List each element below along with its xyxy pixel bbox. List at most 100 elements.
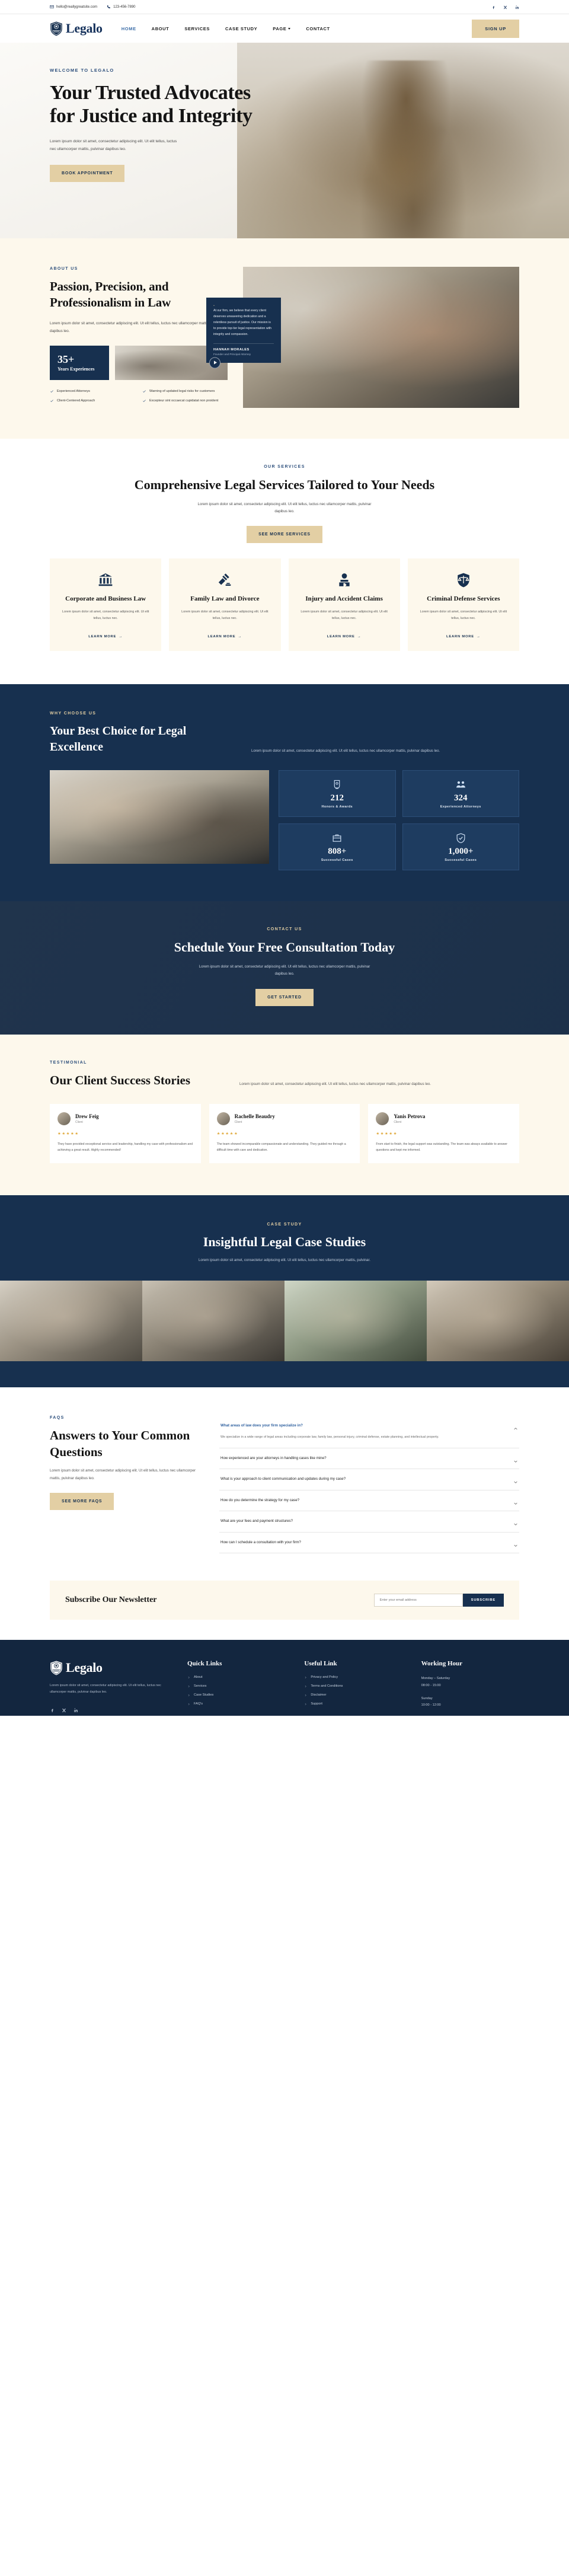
faq-item[interactable]: What are your fees and payment structure… — [219, 1511, 519, 1533]
newsletter-email-input[interactable] — [373, 1594, 463, 1607]
case-study-image[interactable] — [427, 1281, 569, 1362]
why-label: WHY CHOOSE US — [50, 711, 97, 716]
service-title: Criminal Defense Services — [427, 595, 500, 603]
chevron-right-icon — [188, 1685, 190, 1687]
topbar-email[interactable]: hello@reallygreatsite.com — [50, 5, 97, 9]
chevron-down-icon[interactable] — [513, 1498, 518, 1505]
service-card-family[interactable]: Family Law and Divorce Lorem ipsum dolor… — [169, 558, 281, 652]
chevron-down-icon[interactable] — [513, 1540, 518, 1547]
footer-useful-links: Useful Link Privacy and Policy Terms and… — [304, 1660, 402, 1716]
case-study-image[interactable] — [142, 1281, 284, 1362]
case-study-gallery — [0, 1281, 569, 1362]
linkedin-icon[interactable] — [515, 2, 519, 12]
footer-link-about[interactable]: About — [187, 1675, 285, 1679]
linkedin-icon[interactable] — [73, 1705, 78, 1716]
brand-logo[interactable]: Legalo — [50, 21, 103, 36]
nav-item-page[interactable]: PAGE — [273, 25, 291, 31]
hero-title: Your Trusted Advocates for Justice and I… — [50, 82, 252, 127]
facebook-icon[interactable] — [50, 1705, 55, 1716]
nav-item-home[interactable]: HOME — [122, 26, 136, 31]
testimonial-role: Client — [394, 1120, 402, 1124]
footer-link-faqs[interactable]: FAQ's — [187, 1702, 285, 1706]
faq-item[interactable]: How can I schedule a consultation with y… — [219, 1533, 519, 1554]
faq-question: What areas of law does your firm special… — [220, 1423, 303, 1428]
facebook-icon[interactable] — [491, 2, 496, 12]
faq-item[interactable]: How experienced are your attorneys in ha… — [219, 1448, 519, 1470]
nav-item-about-label: ABOUT — [151, 25, 170, 31]
service-title: Injury and Accident Claims — [305, 595, 383, 603]
case-study-image[interactable] — [0, 1281, 142, 1362]
footer-link-disclaimer[interactable]: Disclaimer — [304, 1693, 402, 1697]
check-icon — [50, 399, 53, 402]
service-card-injury[interactable]: Injury and Accident Claims Lorem ipsum d… — [288, 558, 400, 652]
topbar-social-group — [491, 2, 519, 12]
service-card-corporate[interactable]: Corporate and Business Law Lorem ipsum d… — [50, 558, 162, 652]
check-icon — [143, 390, 146, 392]
x-icon[interactable] — [503, 2, 507, 12]
get-started-button[interactable]: GET STARTED — [255, 988, 314, 1006]
shield-star-icon — [50, 1661, 62, 1675]
footer-useful-links-title: Useful Link — [304, 1660, 337, 1668]
cta-title: Schedule Your Free Consultation Today — [174, 940, 395, 955]
learn-more-link[interactable]: LEARN MORE → — [207, 635, 242, 639]
see-more-faqs-button[interactable]: SEE MORE FAQS — [50, 1493, 114, 1511]
chevron-up-icon[interactable] — [513, 1423, 518, 1430]
list-item: Experienced Attorneys — [50, 390, 135, 394]
arrow-right-icon: → — [476, 635, 481, 639]
nav-item-about[interactable]: ABOUT — [152, 26, 170, 31]
see-more-services-button[interactable]: SEE MORE SERVICES — [247, 526, 322, 544]
faq-item[interactable]: How do you determine the strategy for my… — [219, 1490, 519, 1512]
mail-icon — [50, 5, 54, 8]
nav-item-contact[interactable]: CONTACT — [306, 26, 330, 31]
hero-body: Lorem ipsum dolor sit amet, consectetur … — [50, 139, 177, 151]
nav-item-case-study[interactable]: CASE STUDY — [225, 26, 257, 31]
faq-question: What are your fees and payment structure… — [220, 1519, 293, 1524]
testimonial-text: From start to finish, the legal support … — [376, 1142, 507, 1153]
testimonial-title: Our Client Success Stories — [50, 1072, 191, 1087]
learn-more-label: LEARN MORE — [88, 635, 117, 639]
chevron-down-icon[interactable] — [513, 1456, 518, 1463]
service-card-criminal[interactable]: Criminal Defense Services Lorem ipsum do… — [407, 558, 519, 652]
injury-icon — [297, 572, 392, 588]
chevron-down-icon[interactable] — [513, 1519, 518, 1525]
faq-question: How can I schedule a consultation with y… — [220, 1540, 301, 1544]
chevron-right-icon — [305, 1703, 306, 1705]
faq-question: How experienced are your attorneys in ha… — [220, 1455, 327, 1460]
chevron-right-icon — [188, 1703, 190, 1705]
play-icon[interactable] — [209, 357, 220, 369]
hero-section: WELCOME TO LEGALO Your Trusted Advocates… — [0, 43, 569, 238]
footer-logo[interactable]: Legalo — [50, 1660, 168, 1675]
learn-more-link[interactable]: LEARN MORE → — [88, 635, 123, 639]
stat-number: 808+ — [328, 847, 347, 857]
chevron-down-icon[interactable] — [513, 1477, 518, 1483]
divider — [213, 343, 274, 344]
testimonial-card: Drew Feig Client ★★★★★ They have provide… — [50, 1103, 201, 1163]
nav-item-page-label: PAGE — [273, 25, 287, 31]
nav-item-services[interactable]: SERVICES — [184, 26, 210, 31]
subscribe-button[interactable]: SUBSCRIBE — [462, 1594, 504, 1607]
list-item: Warning of updated legal risks for custo… — [142, 390, 228, 394]
footer-link-terms[interactable]: Terms and Conditions — [304, 1684, 402, 1688]
x-icon[interactable] — [62, 1705, 66, 1716]
topbar-phone[interactable]: 123-456-7890 — [107, 5, 136, 9]
footer-link-services[interactable]: Services — [187, 1684, 285, 1688]
footer-link-privacy[interactable]: Privacy and Policy — [304, 1675, 402, 1679]
avatar — [376, 1112, 389, 1125]
testimonial-section: TESTIMONIAL Our Client Success Stories L… — [0, 1034, 569, 1195]
why-title: Your Best Choice for Legal Excellence — [50, 724, 187, 754]
faq-item[interactable]: What is your approach to client communic… — [219, 1469, 519, 1490]
case-study-image[interactable] — [284, 1281, 427, 1362]
check-icon — [50, 390, 53, 392]
about-label: ABOUT US — [50, 267, 78, 271]
signup-button[interactable]: SIGN UP — [472, 19, 519, 38]
book-appointment-button[interactable]: BOOK APPOINTMENT — [50, 164, 125, 182]
check-icon — [143, 399, 146, 402]
learn-more-link[interactable]: LEARN MORE → — [327, 635, 362, 639]
footer-link-case-studies[interactable]: Case Studies — [187, 1693, 285, 1697]
service-title: Corporate and Business Law — [65, 595, 146, 603]
footer-link-support[interactable]: Support — [304, 1702, 402, 1706]
topbar: hello@reallygreatsite.com 123-456-7890 — [0, 0, 569, 14]
faq-section: FAQS Answers to Your Common Questions Lo… — [0, 1387, 569, 1578]
learn-more-link[interactable]: LEARN MORE → — [446, 635, 481, 639]
faq-item[interactable]: What areas of law does your firm special… — [219, 1416, 519, 1448]
